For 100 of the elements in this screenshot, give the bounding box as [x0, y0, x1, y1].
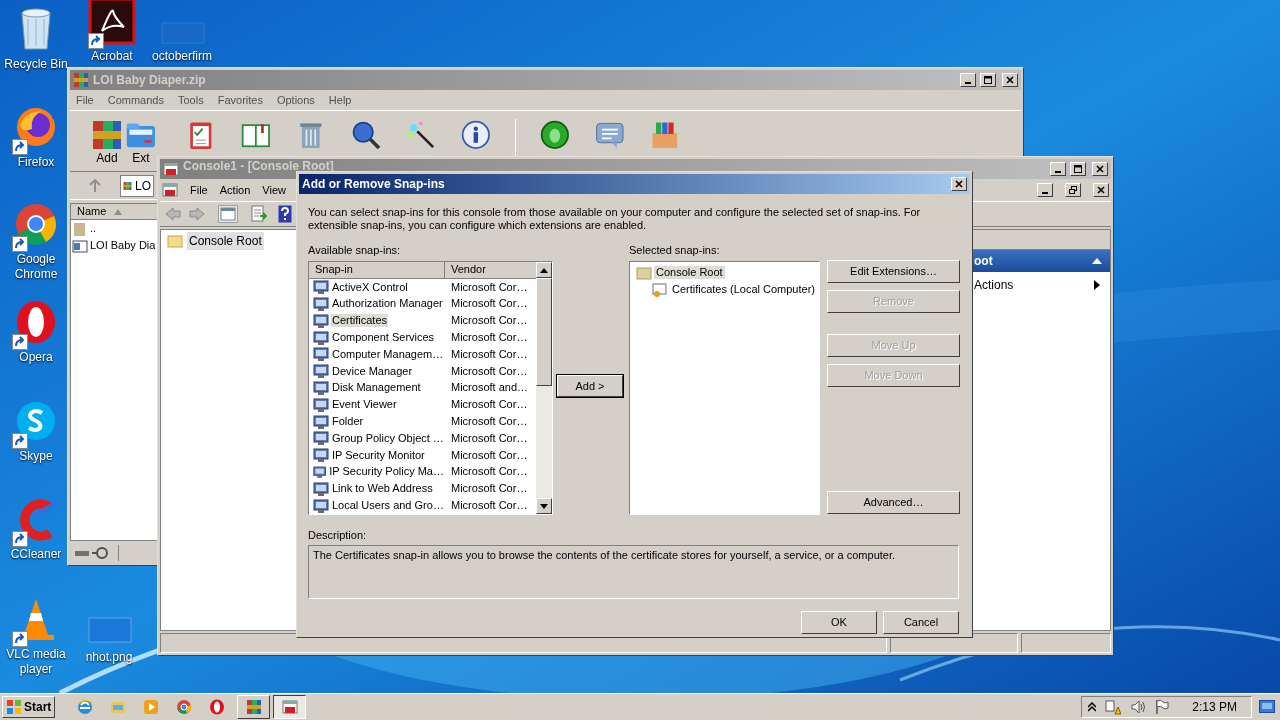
menu-item[interactable]: Action: [219, 181, 251, 199]
vendor-cell-text: Microsoft Cor…: [450, 482, 528, 496]
vendor-cell-text: Microsoft Cor…: [450, 331, 528, 345]
network-warning-icon[interactable]: [1105, 699, 1122, 715]
close-button[interactable]: [1092, 162, 1108, 176]
export-list-icon[interactable]: [250, 205, 268, 223]
desktop-icon-label[interactable]: Acrobat: [91, 49, 133, 64]
show-desktop-icon[interactable]: [1259, 700, 1275, 714]
toolbar-button[interactable]: [460, 119, 492, 151]
info-icon: [460, 119, 492, 151]
desktop-icon-label[interactable]: octoberfirm: [152, 49, 212, 64]
scroll-up-button[interactable]: [536, 262, 552, 278]
menu-item[interactable]: View: [262, 181, 286, 199]
scrollbar-thumb[interactable]: [536, 278, 552, 386]
desktop-icon-label[interactable]: CCleaner: [10, 547, 62, 562]
toolbar-button[interactable]: [350, 119, 382, 151]
maximize-button[interactable]: [980, 73, 996, 87]
menu-item[interactable]: File: [190, 181, 208, 199]
desktop-icon-label[interactable]: VLC media player: [4, 647, 68, 677]
help-icon[interactable]: [278, 205, 292, 223]
desktop-icon-label[interactable]: Skype: [19, 449, 53, 464]
tree-item[interactable]: Console Root: [187, 232, 264, 250]
description-label: Description:: [308, 529, 368, 542]
folder-icon: [167, 234, 183, 248]
desktop-icon-label[interactable]: Firefox: [17, 155, 55, 170]
file-row[interactable]: ..: [71, 220, 98, 237]
snapin-name[interactable]: ActiveX Control: [331, 280, 409, 294]
vendor-cell-text: Microsoft Cor…: [450, 415, 528, 429]
maximize-button[interactable]: [1070, 162, 1086, 176]
desktop-icon-label[interactable]: Opera: [19, 350, 53, 365]
magnifier-icon: [350, 119, 382, 151]
dialog-button[interactable]: OK: [801, 611, 877, 634]
scrollbar[interactable]: [536, 262, 552, 514]
browser-e-icon[interactable]: [77, 699, 94, 715]
actions-header[interactable]: oot: [970, 250, 1110, 272]
vendor-cell-text: Microsoft Cor…: [450, 398, 528, 412]
tree-item[interactable]: Console Root: [654, 266, 725, 279]
scroll-down-button[interactable]: [536, 498, 552, 514]
minimize-button[interactable]: [1037, 183, 1053, 197]
menu-item[interactable]: Help: [328, 91, 352, 109]
snapin-name[interactable]: Computer Managem…: [331, 347, 445, 361]
snapin-name[interactable]: Certificates: [331, 314, 389, 328]
menu-item[interactable]: File: [76, 91, 94, 109]
acrobat-icon[interactable]: [88, 0, 136, 45]
start-button[interactable]: Start: [2, 696, 56, 718]
dialog-button[interactable]: Advanced…: [827, 491, 960, 514]
snapin-name[interactable]: Folder: [331, 415, 365, 429]
desktop-icon-label[interactable]: Google Chrome: [4, 252, 68, 282]
chrome-icon[interactable]: [176, 699, 193, 715]
console-icon: [162, 182, 178, 198]
clock[interactable]: 2:13 PM: [1192, 698, 1237, 716]
menu-item[interactable]: Tools: [178, 91, 204, 109]
snapin-name[interactable]: Device Manager: [331, 364, 414, 378]
vendor-cell-text: Microsoft Cor…: [450, 499, 528, 513]
flag-icon[interactable]: [1155, 699, 1170, 715]
taskbar-button[interactable]: [273, 695, 307, 719]
app-icon: [163, 161, 179, 177]
file-row[interactable]: LOI Baby Dia: [71, 237, 157, 254]
action-item[interactable]: Actions: [974, 276, 1014, 294]
column-header[interactable]: Name: [71, 204, 151, 219]
collapse-arrow-icon[interactable]: [1092, 258, 1102, 264]
toolbar-button[interactable]: Ext: [125, 119, 157, 165]
certificate-icon: [652, 281, 668, 298]
sort-arrow-icon: [114, 208, 123, 215]
snapin-name[interactable]: Group Policy Object …: [331, 431, 445, 445]
minimize-button[interactable]: [1050, 162, 1066, 176]
tree-item[interactable]: Certificates (Local Computer): [669, 283, 817, 296]
intro-text: You can select snap-ins for this console from those available on your computer and configure the selected set of snap-ins. For extensible snap-ins, you can configure which extensions are enabled.: [308, 206, 922, 232]
desktop-icon-label[interactable]: Recycle Bin: [4, 57, 68, 72]
file-name: ..: [90, 221, 97, 237]
snapin-name[interactable]: IP Security Policy Ma…: [328, 465, 445, 479]
snapin-name[interactable]: Event Viewer: [331, 398, 398, 412]
add-button[interactable]: Add >: [557, 375, 623, 397]
snapin-name[interactable]: Link to Web Address: [331, 482, 434, 496]
toolbar-button[interactable]: Add: [91, 119, 123, 165]
desktop-icon-label[interactable]: nhot.png: [85, 650, 133, 665]
speaker-icon[interactable]: [1130, 699, 1147, 715]
snapin-name[interactable]: Local Users and Gro…: [331, 499, 445, 513]
menu-item[interactable]: Commands: [107, 91, 164, 109]
chevron-up-icon[interactable]: [1088, 702, 1097, 712]
toolbar-button[interactable]: [405, 119, 437, 151]
menu-item[interactable]: Options: [276, 91, 315, 109]
restore-button[interactable]: [1065, 183, 1081, 197]
close-button[interactable]: [951, 177, 967, 191]
snapin-name[interactable]: Disk Management: [331, 381, 422, 395]
snapin-name[interactable]: Authorization Manager: [331, 297, 444, 311]
close-button[interactable]: [1093, 183, 1109, 197]
menu-item[interactable]: Favorites: [217, 91, 263, 109]
address-field[interactable]: LO: [120, 174, 154, 197]
dialog-button[interactable]: Edit Extensions…: [827, 260, 960, 283]
minimize-button[interactable]: [960, 73, 976, 87]
opera-icon[interactable]: [209, 699, 226, 715]
snapin-name[interactable]: IP Security Monitor: [331, 448, 426, 462]
close-button[interactable]: [1002, 73, 1018, 87]
snapin-name[interactable]: Component Services: [331, 331, 436, 345]
snapin-icon: [313, 329, 329, 346]
pane-toggle-icon[interactable]: [218, 205, 238, 223]
snapin-icon: [313, 363, 329, 380]
column-header[interactable]: Snap-in: [309, 262, 445, 279]
dialog-button[interactable]: Cancel: [883, 611, 959, 634]
